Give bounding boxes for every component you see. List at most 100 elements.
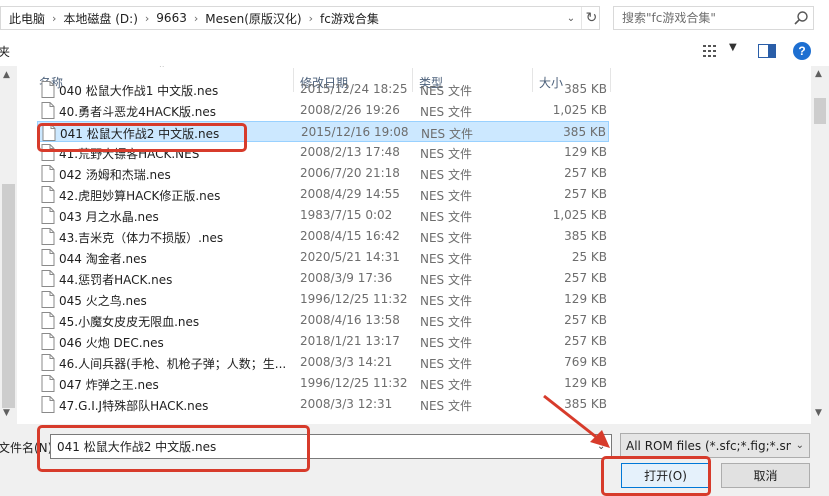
search-input[interactable]: [614, 7, 789, 29]
file-date: 2008/4/15 16:42: [300, 229, 400, 243]
breadcrumb-mesen[interactable]: Mesen(原版汉化): [205, 10, 301, 27]
file-name: 040 松鼠大作战1 中文版.nes: [59, 84, 219, 98]
address-dropdown-icon[interactable]: ⌄: [561, 7, 581, 29]
file-row[interactable]: 040 松鼠大作战1 中文版.nes 2015/12/24 18:25 NES 文件…: [37, 79, 609, 100]
scroll-up-icon[interactable]: ▲: [815, 69, 822, 79]
file-type: NES 文件: [420, 336, 472, 350]
file-list-scrollbar[interactable]: ▲ ▼: [811, 66, 829, 424]
file-row[interactable]: 42.虎胆妙算HACK修正版.nes 2008/4/29 14:55 NES 文件 2…: [37, 184, 609, 205]
file-icon: [41, 228, 55, 245]
file-type: NES 文件: [420, 105, 472, 119]
file-icon: [41, 291, 55, 308]
file-row[interactable]: 44.惩罚者HACK.nes 2008/3/9 17:36 NES 文件 257 KB: [37, 268, 609, 289]
sort-ascending-icon: ⌃: [158, 66, 166, 74]
file-date: 2008/3/3 14:21: [300, 355, 393, 369]
file-icon: [41, 186, 55, 203]
file-row[interactable]: 47.G.I.J特殊部队HACK.nes 2008/3/3 12:31 NES 文件…: [37, 394, 609, 415]
chevron-right-icon[interactable]: ›: [194, 12, 198, 25]
search-box[interactable]: [613, 6, 814, 30]
file-row[interactable]: 042 汤姆和杰瑞.nes 2006/7/20 21:18 NES 文件 257 KB: [37, 163, 609, 184]
file-date: 2018/1/21 13:17: [300, 334, 400, 348]
file-row[interactable]: 43.吉米克（体力不损版）.nes 2008/4/15 16:42 NES 文件 38…: [37, 226, 609, 247]
file-type: NES 文件: [421, 127, 473, 141]
breadcrumb-this-pc[interactable]: 此电脑: [9, 10, 45, 27]
file-type: NES 文件: [420, 252, 472, 266]
highlight-open-button: [601, 456, 711, 496]
breadcrumb-9663[interactable]: 9663: [156, 11, 187, 25]
refresh-icon[interactable]: ↻: [581, 7, 601, 29]
file-date: 1996/12/25 11:32: [300, 376, 408, 390]
chevron-down-icon[interactable]: ⌄: [796, 440, 804, 451]
file-icon: [41, 396, 55, 413]
address-row: 此电脑 › 本地磁盘 (D:) › 9663 › Mesen(原版汉化) › f…: [0, 0, 829, 36]
file-date: 2008/3/9 17:36: [300, 271, 393, 285]
file-name: 043 月之水晶.nes: [59, 210, 159, 224]
file-name: 40.勇者斗恶龙4HACK版.nes: [59, 105, 217, 119]
file-name: 47.G.I.J特殊部队HACK.nes: [59, 399, 209, 413]
file-date: 2006/7/20 21:18: [300, 166, 400, 180]
nav-pane-scrollbar[interactable]: ▲ ▼: [0, 66, 17, 424]
file-type: NES 文件: [420, 210, 472, 224]
file-list: ⌃ 名称 修改日期 类型 大小 040 松鼠大作战1 中文版.nes2015/1…: [17, 66, 811, 424]
file-date: 1996/12/25 11:32: [300, 292, 408, 306]
file-row[interactable]: 40.勇者斗恶龙4HACK版.nes 2008/2/26 19:26 NES 文件 1…: [37, 100, 609, 121]
scroll-down-icon[interactable]: ▼: [815, 408, 822, 418]
file-date: 2015/12/16 19:08: [301, 125, 409, 139]
breadcrumb-drive-d[interactable]: 本地磁盘 (D:): [63, 10, 137, 27]
file-size: 129 KB: [564, 292, 607, 306]
file-type-filter[interactable]: All ROM files (*.sfc;*.fig;*.smc ⌄: [620, 433, 810, 458]
column-divider[interactable]: [610, 68, 611, 92]
search-icon[interactable]: [793, 10, 809, 26]
file-row[interactable]: 047 炸弹之王.nes 1996/12/25 11:32 NES 文件 129 KB: [37, 373, 609, 394]
file-size: 257 KB: [564, 187, 607, 201]
file-date: 1983/7/15 0:02: [300, 208, 393, 222]
file-row[interactable]: 46.人间兵器(手枪、机枪子弹；人数；生... 2008/3/3 14:21 NES…: [37, 352, 609, 373]
scroll-up-icon[interactable]: ▲: [3, 70, 10, 80]
file-row[interactable]: 046 火炮 DEC.nes 2018/1/21 13:17 NES 文件 257 K…: [37, 331, 609, 352]
file-size: 257 KB: [564, 313, 607, 327]
view-dropdown-icon[interactable]: ▼: [729, 42, 737, 53]
file-size: 385 KB: [564, 82, 607, 96]
file-icon: [41, 102, 55, 119]
file-type: NES 文件: [420, 84, 472, 98]
file-type: NES 文件: [420, 399, 472, 413]
file-icon: [41, 354, 55, 371]
chevron-right-icon[interactable]: ›: [309, 12, 313, 25]
file-name: 047 炸弹之王.nes: [59, 378, 159, 392]
file-size: 129 KB: [564, 145, 607, 159]
highlight-filename-field: [37, 425, 310, 472]
file-size: 1,025 KB: [552, 208, 607, 222]
file-row[interactable]: 045 火之鸟.nes 1996/12/25 11:32 NES 文件 129 KB: [37, 289, 609, 310]
view-options-icon[interactable]: [703, 44, 719, 58]
scrollbar-thumb[interactable]: [2, 184, 15, 408]
file-size: 25 KB: [571, 250, 607, 264]
file-icon: [41, 81, 55, 98]
preview-pane-icon[interactable]: [758, 44, 776, 58]
chevron-right-icon[interactable]: ›: [52, 12, 56, 25]
breadcrumb: 此电脑 › 本地磁盘 (D:) › 9663 › Mesen(原版汉化) › f…: [9, 10, 379, 27]
file-name: 045 火之鸟.nes: [59, 294, 147, 308]
file-name: 042 汤姆和杰瑞.nes: [59, 168, 171, 182]
file-size: 769 KB: [564, 355, 607, 369]
chevron-right-icon[interactable]: ›: [145, 12, 149, 25]
cancel-button[interactable]: 取消: [721, 463, 810, 488]
file-type: NES 文件: [420, 294, 472, 308]
breadcrumb-fc-collection[interactable]: fc游戏合集: [320, 10, 379, 27]
scroll-down-icon[interactable]: ▼: [3, 408, 10, 418]
file-row[interactable]: 044 淘金者.nes 2020/5/21 14:31 NES 文件 25 KB: [37, 247, 609, 268]
file-date: 2015/12/24 18:25: [300, 82, 408, 96]
file-name: 43.吉米克（体力不损版）.nes: [59, 231, 224, 245]
help-icon[interactable]: ?: [793, 42, 811, 60]
file-name: 45.小魔女皮皮无限血.nes: [59, 315, 200, 329]
file-icon: [41, 207, 55, 224]
scrollbar-thumb[interactable]: [814, 98, 826, 124]
file-row[interactable]: 043 月之水晶.nes 1983/7/15 0:02 NES 文件 1,025 KB: [37, 205, 609, 226]
new-folder-button[interactable]: 夹: [0, 43, 10, 60]
file-size: 257 KB: [564, 166, 607, 180]
file-type: NES 文件: [420, 231, 472, 245]
file-date: 2008/4/16 13:58: [300, 313, 400, 327]
file-row[interactable]: 45.小魔女皮皮无限血.nes 2008/4/16 13:58 NES 文件 257 …: [37, 310, 609, 331]
file-type: NES 文件: [420, 168, 472, 182]
address-bar[interactable]: 此电脑 › 本地磁盘 (D:) › 9663 › Mesen(原版汉化) › f…: [0, 6, 600, 30]
file-icon: [41, 312, 55, 329]
